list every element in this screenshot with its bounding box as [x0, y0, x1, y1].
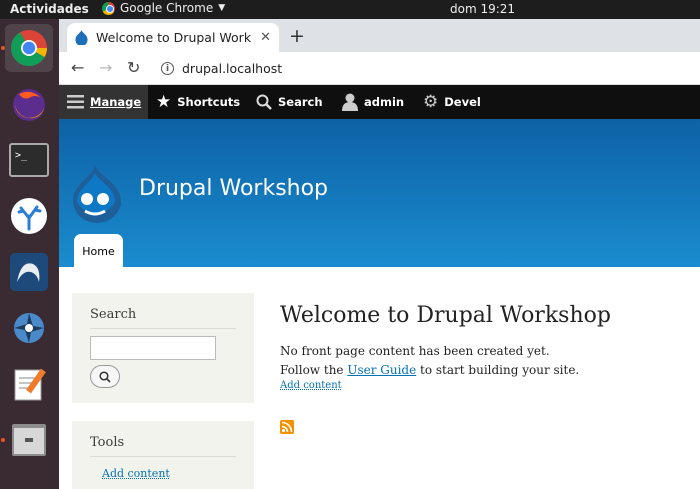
rss-feed-icon[interactable]	[280, 420, 294, 434]
search-icon	[99, 371, 111, 383]
running-indicator	[1, 438, 5, 442]
guide-suffix: to start building your site.	[416, 363, 579, 377]
guide-prefix: Follow the	[280, 363, 347, 377]
site-name[interactable]: Drupal Workshop	[139, 176, 328, 201]
close-icon[interactable]: ✕	[260, 30, 271, 45]
drupal-favicon-icon	[75, 30, 88, 45]
hamburger-icon	[67, 95, 84, 109]
dock-files[interactable]	[5, 416, 53, 464]
chevron-down-icon: ▼	[218, 3, 225, 13]
user-icon	[342, 93, 358, 111]
toolbar-search-label: Search	[278, 95, 323, 109]
tools-block: Tools Add content	[72, 421, 254, 489]
tab-title: Welcome to Drupal Work	[96, 30, 260, 45]
chrome-icon	[102, 2, 115, 15]
toolbar-user-label: admin	[364, 95, 404, 109]
page-title: Welcome to Drupal Workshop	[280, 303, 611, 328]
drupal-admin-toolbar: Manage ★ Shortcuts Search admin ⚙ Devel	[59, 85, 700, 119]
search-block: Search	[72, 293, 254, 403]
toolbar-devel[interactable]: ⚙ Devel	[423, 85, 481, 119]
user-guide-link[interactable]: User Guide	[347, 363, 416, 377]
browser-tab-strip: Welcome to Drupal Work ✕ +	[59, 19, 700, 52]
app-menu[interactable]: Google Chrome ▼	[102, 1, 225, 15]
search-block-title: Search	[90, 307, 236, 329]
main-content: Welcome to Drupal Workshop No front page…	[280, 303, 611, 391]
chrome-icon	[9, 28, 49, 68]
toolbar-manage-label: Manage	[90, 95, 141, 109]
activities-button[interactable]: Actividades	[10, 2, 89, 16]
empty-message: No front page content has been created y…	[280, 342, 611, 361]
browser-tab[interactable]: Welcome to Drupal Work ✕	[67, 23, 279, 52]
toolbar-shortcuts[interactable]: ★ Shortcuts	[156, 85, 240, 119]
site-header: Drupal Workshop Home	[59, 119, 700, 267]
running-indicator	[1, 46, 5, 50]
mysql-workbench-icon	[9, 252, 49, 292]
app-name: Google Chrome	[120, 1, 213, 15]
coral-app-icon	[9, 196, 49, 236]
terminal-icon: >_	[9, 143, 49, 177]
svg-text:>_: >_	[15, 150, 28, 161]
search-icon	[256, 94, 272, 110]
files-icon	[9, 420, 49, 460]
clock[interactable]: dom 19:21	[450, 2, 515, 16]
url-text: drupal.localhost	[182, 61, 282, 76]
search-input[interactable]	[90, 336, 216, 360]
new-tab-button[interactable]: +	[289, 25, 305, 47]
back-button[interactable]: ←	[71, 58, 84, 77]
forward-button[interactable]: →	[99, 58, 112, 77]
toolbar-user[interactable]: admin	[342, 85, 404, 119]
dock-shotwell[interactable]	[5, 304, 53, 352]
info-icon[interactable]: i	[161, 62, 174, 75]
add-content-link[interactable]: Add content	[280, 380, 611, 391]
dock: >_	[0, 19, 59, 489]
toolbar-search[interactable]: Search	[256, 85, 323, 119]
search-submit-button[interactable]	[90, 365, 120, 388]
tools-block-title: Tools	[90, 435, 236, 457]
browser-toolbar: ← → ↻ i drupal.localhost	[59, 52, 700, 85]
shotwell-icon	[9, 308, 49, 348]
dock-chrome[interactable]	[5, 24, 53, 72]
dock-text-editor[interactable]	[5, 360, 53, 408]
star-icon: ★	[156, 92, 171, 112]
gear-icon: ⚙	[423, 92, 438, 112]
toolbar-devel-label: Devel	[444, 95, 481, 109]
dock-firefox[interactable]	[5, 80, 53, 128]
nav-tab-home[interactable]: Home	[74, 234, 123, 268]
guide-message: Follow the User Guide to start building …	[280, 361, 611, 380]
page-body: Search Tools Add content Welcome to Drup…	[59, 267, 700, 489]
text-editor-icon	[9, 364, 49, 404]
dock-vscode[interactable]	[5, 192, 53, 240]
dock-mysql-workbench[interactable]	[5, 248, 53, 296]
firefox-icon	[9, 84, 49, 124]
gnome-top-bar: Actividades Google Chrome ▼ dom 19:21	[0, 0, 700, 19]
dock-terminal[interactable]: >_	[5, 136, 53, 184]
reload-button[interactable]: ↻	[127, 58, 140, 77]
tools-add-content-link[interactable]: Add content	[102, 467, 236, 480]
toolbar-shortcuts-label: Shortcuts	[177, 95, 240, 109]
address-bar[interactable]: i drupal.localhost	[161, 56, 691, 81]
drupal-logo-icon[interactable]	[71, 165, 123, 223]
toolbar-manage[interactable]: Manage	[59, 85, 148, 119]
